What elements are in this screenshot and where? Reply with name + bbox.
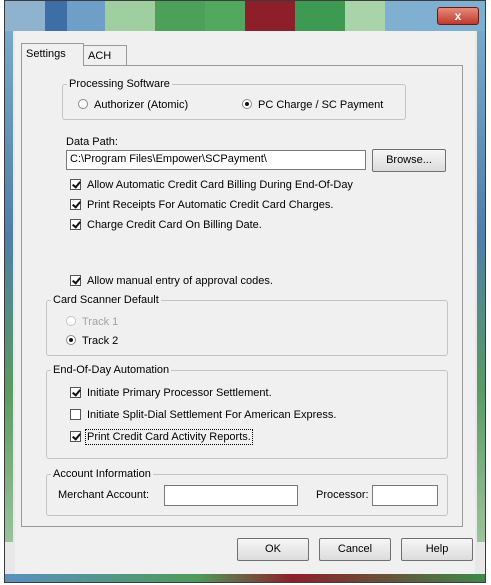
- tab-ach-label: ACH: [88, 50, 112, 62]
- radio-selected-icon: [66, 335, 76, 345]
- title-bar[interactable]: x: [5, 1, 485, 31]
- settings-panel: Processing Software Authorizer (Atomic) …: [21, 65, 463, 527]
- settings-window: x Settings ACH Processing Software Autho…: [4, 0, 486, 583]
- track1-label: Track 1: [82, 316, 119, 328]
- radio-authorizer-label: Authorizer (Atomic): [94, 99, 189, 111]
- data-path-label: Data Path:: [66, 136, 118, 148]
- checkbox-split-dial[interactable]: Initiate Split-Dial Settlement For Ameri…: [70, 409, 336, 421]
- radio-pc-charge[interactable]: PC Charge / SC Payment: [242, 99, 383, 111]
- check-empty-icon: [70, 409, 81, 420]
- ok-button[interactable]: OK: [237, 538, 309, 561]
- data-path-input[interactable]: C:\Program Files\Empower\SCPayment\: [66, 150, 366, 170]
- radio-icon: [78, 99, 88, 109]
- merchant-account-label: Merchant Account:: [58, 489, 149, 501]
- tab-settings-label: Settings: [26, 48, 66, 60]
- merchant-account-label-text: Merchant Account:: [58, 489, 150, 501]
- auto-billing-label: Allow Automatic Credit Card Billing Duri…: [87, 179, 353, 191]
- radio-icon: [66, 316, 76, 326]
- print-receipts-label: Print Receipts For Automatic Credit Card…: [87, 199, 334, 211]
- track2-label: Track 2: [82, 335, 119, 347]
- charge-on-billing-label: Charge Credit Card On Billing Date.: [87, 219, 262, 231]
- radio-authorizer[interactable]: Authorizer (Atomic): [78, 99, 188, 111]
- processor-input[interactable]: [372, 485, 438, 506]
- check-icon: [70, 387, 81, 398]
- processing-software-legend: Processing Software: [69, 78, 170, 90]
- eod-automation-legend: End-Of-Day Automation: [53, 364, 170, 376]
- print-reports-label: Print Credit Card Activity Reports.: [85, 429, 253, 445]
- check-icon: [70, 219, 81, 230]
- manual-approval-label: Allow manual entry of approval codes.: [87, 275, 273, 287]
- close-button[interactable]: x: [437, 7, 479, 25]
- help-button[interactable]: Help: [401, 538, 473, 561]
- check-icon: [70, 431, 81, 442]
- checkbox-manual-approval[interactable]: Allow manual entry of approval codes.: [70, 275, 273, 287]
- data-path-label-text: Data Path:: [66, 136, 118, 148]
- radio-track1[interactable]: Track 1: [66, 316, 118, 328]
- browse-button[interactable]: Browse...: [372, 149, 446, 172]
- dialog-body: Settings ACH Processing Software Authori…: [15, 31, 475, 576]
- card-scanner-legend: Card Scanner Default: [53, 294, 159, 306]
- primary-settlement-label: Initiate Primary Processor Settlement.: [87, 387, 272, 399]
- window-frame-left: [5, 31, 13, 542]
- processor-label-text: Processor:: [316, 489, 369, 501]
- radio-pc-charge-label: PC Charge / SC Payment: [258, 99, 384, 111]
- cancel-button[interactable]: Cancel: [319, 538, 391, 561]
- checkbox-charge-on-billing[interactable]: Charge Credit Card On Billing Date.: [70, 219, 262, 231]
- checkbox-primary-settlement[interactable]: Initiate Primary Processor Settlement.: [70, 387, 272, 399]
- radio-track2[interactable]: Track 2: [66, 335, 118, 347]
- check-icon: [70, 179, 81, 190]
- check-icon: [70, 199, 81, 210]
- tab-ach[interactable]: ACH: [83, 45, 127, 65]
- window-frame-right: [477, 31, 485, 542]
- check-icon: [70, 275, 81, 286]
- checkbox-print-reports[interactable]: Print Credit Card Activity Reports.: [70, 429, 253, 445]
- radio-selected-icon: [242, 99, 252, 109]
- processor-label: Processor:: [316, 489, 369, 501]
- tab-settings[interactable]: Settings: [21, 43, 84, 66]
- checkbox-auto-billing[interactable]: Allow Automatic Credit Card Billing Duri…: [70, 179, 353, 191]
- account-info-legend: Account Information: [53, 468, 151, 480]
- checkbox-print-receipts[interactable]: Print Receipts For Automatic Credit Card…: [70, 199, 333, 211]
- merchant-account-input[interactable]: [164, 485, 298, 506]
- close-icon: x: [454, 9, 462, 23]
- window-frame-bottom: [5, 574, 485, 582]
- split-dial-label: Initiate Split-Dial Settlement For Ameri…: [87, 409, 337, 421]
